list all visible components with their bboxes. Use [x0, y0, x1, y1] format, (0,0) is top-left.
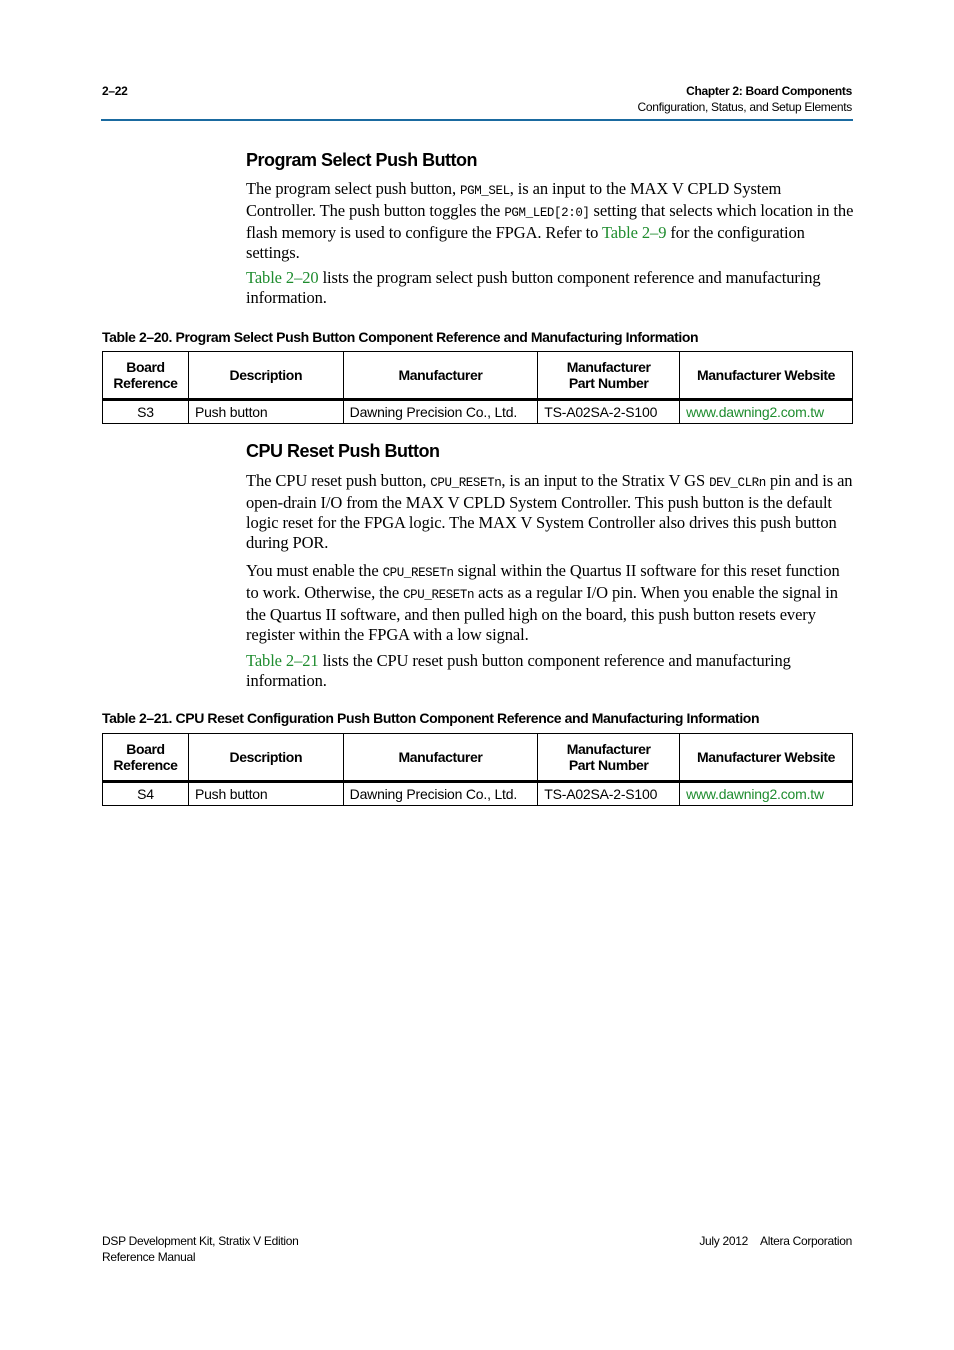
manufacturer-website-link[interactable]: www.dawning2.com.tw — [686, 404, 824, 420]
column-header: Manufacturer Part Number — [537, 351, 681, 401]
signal-name: CPU_RESETn — [430, 476, 502, 490]
manufacturer-cell: Dawning Precision Co., Ltd. — [342, 781, 539, 806]
signal-name: CPU_RESETn — [403, 588, 475, 602]
text: You must enable the — [246, 561, 383, 580]
paragraph: Table 2–21 lists the CPU reset push butt… — [246, 651, 854, 691]
signal-name: PGM_LED[2:0] — [504, 206, 590, 220]
document-type: Reference Manual — [102, 1250, 196, 1264]
publication-date: July 2012 — [699, 1234, 749, 1248]
header-rule — [101, 119, 853, 121]
paragraph: The program select push button, PGM_SEL,… — [246, 179, 854, 263]
column-header: Manufacturer — [342, 733, 539, 783]
table-2-9-link[interactable]: Table 2–9 — [602, 223, 666, 242]
paragraph: The CPU reset push button, CPU_RESETn, i… — [246, 471, 854, 553]
text: lists the CPU reset push button componen… — [246, 651, 791, 690]
board-reference-cell: S4 — [102, 781, 189, 806]
table-2-21-link[interactable]: Table 2–21 — [246, 651, 319, 670]
column-header: Manufacturer Part Number — [537, 733, 681, 783]
running-section-title: Configuration, Status, and Setup Element… — [637, 100, 852, 114]
paragraph: Table 2–20 lists the program select push… — [246, 268, 854, 308]
company-name: Altera Corporation — [760, 1234, 852, 1248]
text: The program select push button, — [246, 179, 460, 198]
website-cell: www.dawning2.com.tw — [679, 399, 853, 424]
column-header: Manufacturer Website — [679, 351, 853, 401]
document-title: DSP Development Kit, Stratix V Edition — [102, 1234, 299, 1248]
table-caption: Table 2–20. Program Select Push Button C… — [102, 329, 699, 345]
column-header: Board Reference — [102, 733, 189, 783]
description-cell: Push button — [187, 399, 344, 424]
column-header: Board Reference — [102, 351, 189, 401]
table-2-20-link[interactable]: Table 2–20 — [246, 268, 319, 287]
table-header-row: Board Reference Description Manufacturer … — [102, 733, 853, 783]
column-header: Description — [187, 351, 344, 401]
text: lists the program select push button com… — [246, 268, 821, 307]
section-heading-cpu-reset: CPU Reset Push Button — [246, 441, 440, 461]
column-header: Manufacturer Website — [679, 733, 853, 783]
signal-name: DEV_CLRn — [709, 476, 766, 490]
column-header: Manufacturer — [342, 351, 539, 401]
board-reference-cell: S3 — [102, 399, 189, 424]
part-number-cell: TS-A02SA-2-S100 — [537, 781, 681, 806]
page-footer-left: DSP Development Kit, Stratix V Edition R… — [102, 1233, 299, 1265]
page-number: 2–22 — [102, 84, 128, 98]
table-header-row: Board Reference Description Manufacturer … — [102, 351, 853, 401]
text: , is an input to the Stratix V GS — [501, 471, 710, 490]
page-footer-right: July 2012 Altera Corporation — [699, 1233, 852, 1249]
component-table: Board Reference Description Manufacturer … — [102, 351, 853, 424]
manufacturer-cell: Dawning Precision Co., Ltd. — [342, 399, 539, 424]
signal-name: PGM_SEL — [460, 184, 510, 198]
chapter-title: Chapter 2: Board Components — [686, 84, 852, 98]
manufacturer-website-link[interactable]: www.dawning2.com.tw — [686, 786, 824, 802]
component-table: Board Reference Description Manufacturer … — [102, 733, 853, 806]
website-cell: www.dawning2.com.tw — [679, 781, 853, 806]
part-number-cell: TS-A02SA-2-S100 — [537, 399, 681, 424]
table-row: S3 Push button Dawning Precision Co., Lt… — [102, 399, 853, 424]
text: The CPU reset push button, — [246, 471, 431, 490]
section-heading-program-select: Program Select Push Button — [246, 150, 478, 170]
signal-name: CPU_RESETn — [382, 566, 454, 580]
column-header: Description — [187, 733, 344, 783]
description-cell: Push button — [187, 781, 344, 806]
table-row: S4 Push button Dawning Precision Co., Lt… — [102, 781, 853, 806]
table-caption: Table 2–21. CPU Reset Configuration Push… — [102, 710, 760, 726]
paragraph: You must enable the CPU_RESETn signal wi… — [246, 561, 854, 645]
